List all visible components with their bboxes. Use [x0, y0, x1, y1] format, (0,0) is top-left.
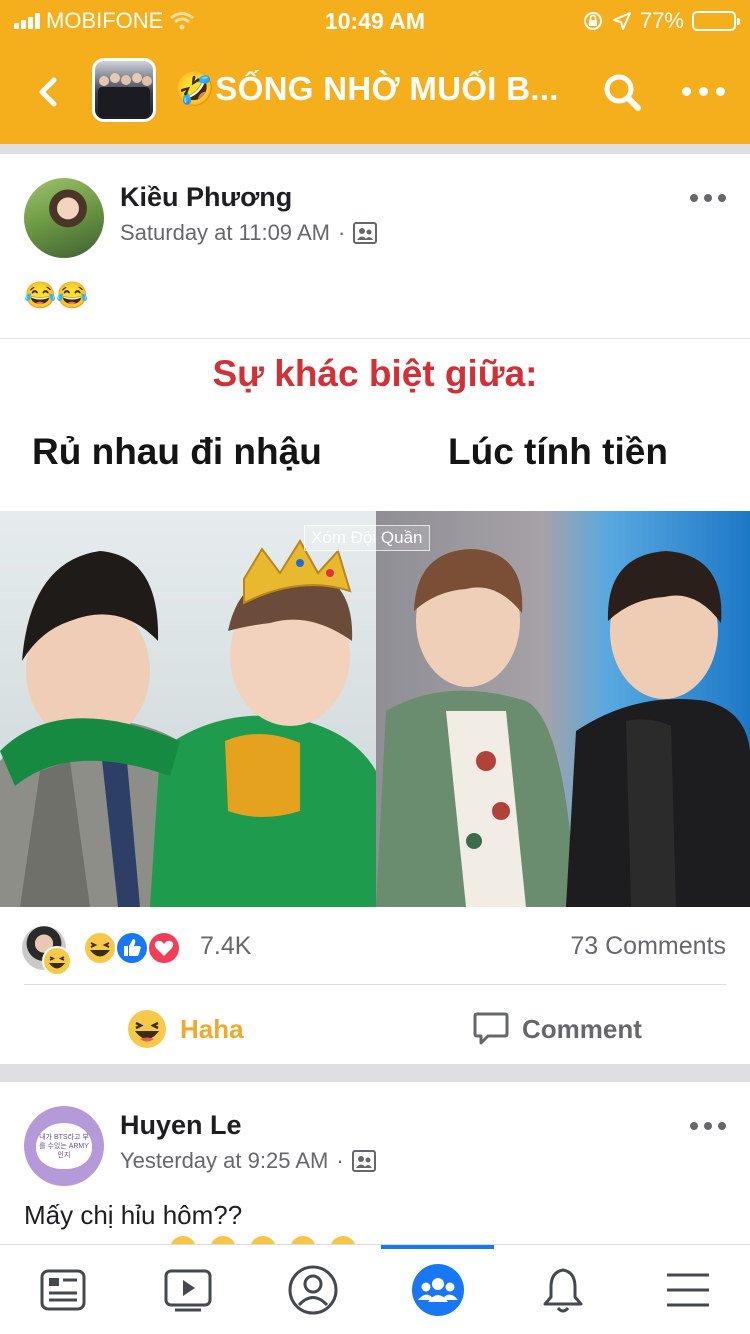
reaction-count[interactable]: 7.4K	[200, 932, 251, 961]
group-privacy-icon	[351, 1150, 376, 1172]
post-image[interactable]: Sự khác biệt giữa: Rủ nhau đi nhậu Lúc t…	[0, 338, 750, 908]
haha-button[interactable]: Haha	[126, 1004, 244, 1054]
header: MOBIFONE 10:49 AM 77% 🤣SỐNG NHỜ MUỐI B..…	[0, 0, 750, 144]
post-timestamp[interactable]: Saturday at 11:09 AM	[120, 220, 330, 246]
more-options-icon[interactable]	[678, 76, 728, 106]
screen: MOBIFONE 10:49 AM 77% 🤣SỐNG NHỜ MUỐI B..…	[0, 0, 750, 1334]
group-navbar: 🤣SỐNG NHỜ MUỐI B...	[0, 50, 750, 134]
menu-tab[interactable]	[625, 1245, 750, 1334]
groups-tab[interactable]	[375, 1245, 500, 1334]
haha-reaction-icon	[42, 946, 72, 976]
news-feed-icon	[40, 1269, 85, 1311]
post: 내가 BTS라고 부를 수있는 ARMY인지 Huyen Le Yesterda…	[0, 1082, 750, 1252]
photo-left-panel	[0, 511, 376, 907]
profile-tab[interactable]	[250, 1245, 375, 1334]
comment-icon	[473, 1012, 509, 1045]
menu-icon	[666, 1273, 709, 1307]
image-watermark: Xóm Đội Quần	[304, 525, 430, 551]
group-avatar[interactable]	[92, 58, 156, 122]
like-reaction-icon	[115, 931, 149, 965]
author-name[interactable]: Huyen Le	[120, 1110, 242, 1141]
post: Kiều Phương Saturday at 11:09 AM · 😂😂 Sự…	[0, 154, 750, 1064]
author-avatar[interactable]	[24, 178, 104, 258]
rotation-lock-icon	[583, 12, 602, 30]
post-text: Mấy chị hỉu hôm??	[24, 1200, 243, 1230]
location-icon	[612, 12, 631, 30]
avatar-heart-text: 내가 BTS라고 부를 수있는 ARMY인지	[36, 1123, 92, 1169]
post-meta: Saturday at 11:09 AM ·	[120, 220, 378, 246]
post-timestamp[interactable]: Yesterday at 9:25 AM	[120, 1148, 328, 1174]
status-right: 77%	[582, 8, 740, 34]
notifications-icon	[543, 1268, 582, 1313]
profile-icon	[288, 1265, 337, 1315]
haha-reaction-icon	[83, 931, 117, 965]
battery-icon	[692, 11, 740, 31]
watch-tab[interactable]	[125, 1245, 250, 1334]
group-title[interactable]: 🤣SỐNG NHỜ MUỐI B...	[174, 70, 574, 109]
action-divider	[24, 984, 726, 985]
back-icon[interactable]	[28, 70, 68, 114]
meta-separator: ·	[336, 1148, 344, 1173]
group-privacy-icon	[353, 222, 378, 244]
reaction-icons	[22, 924, 182, 976]
author-name[interactable]: Kiều Phương	[120, 182, 292, 213]
battery-percent: 77%	[639, 8, 684, 33]
groups-icon	[411, 1264, 464, 1316]
watch-icon	[164, 1269, 211, 1312]
love-reaction-icon	[147, 931, 181, 965]
post-more-icon[interactable]	[690, 1122, 726, 1130]
meme-title: Sự khác biệt giữa:	[212, 353, 538, 394]
comment-count[interactable]: 73 Comments	[570, 932, 726, 961]
news-feed-tab[interactable]	[0, 1245, 125, 1334]
haha-label: Haha	[180, 1013, 244, 1044]
search-icon[interactable]	[600, 70, 644, 114]
reactor-avatar	[22, 926, 72, 976]
comment-button[interactable]: Comment	[472, 1004, 642, 1054]
post-meta: Yesterday at 9:25 AM ·	[120, 1148, 376, 1174]
status-bar: MOBIFONE 10:49 AM 77%	[0, 0, 750, 40]
bottom-tab-bar	[0, 1244, 750, 1334]
post-more-icon[interactable]	[690, 194, 726, 202]
post-text: 😂😂	[24, 280, 89, 310]
meta-separator: ·	[337, 220, 346, 245]
author-avatar[interactable]: 내가 BTS라고 부를 수있는 ARMY인지	[24, 1106, 104, 1186]
meme-right-caption: Lúc tính tiền	[448, 431, 668, 472]
meme-left-caption: Rủ nhau đi nhậu	[32, 431, 322, 472]
photo-right-panel	[376, 511, 750, 907]
comment-label: Comment	[522, 1013, 642, 1044]
reaction-summary[interactable]: 7.4K 73 Comments	[0, 924, 750, 976]
haha-icon	[128, 1010, 166, 1048]
notifications-tab[interactable]	[500, 1245, 625, 1334]
